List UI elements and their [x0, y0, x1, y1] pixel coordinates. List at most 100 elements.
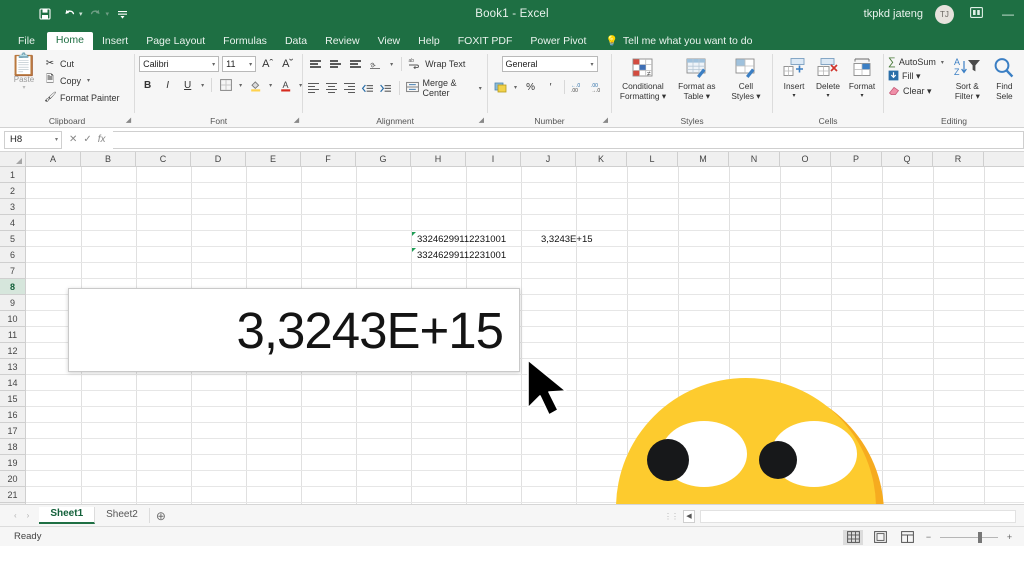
bold-button[interactable]: B [139, 77, 156, 93]
column-header-I[interactable]: I [466, 152, 521, 166]
conditional-formatting-button[interactable]: ≠ Conditional Formatting ▾ [616, 54, 670, 101]
format-cells-dropdown-icon[interactable]: ▾ [861, 91, 864, 101]
normal-view-icon[interactable] [843, 529, 863, 545]
row-header-17[interactable]: 17 [0, 423, 25, 439]
autosum-button[interactable]: ∑ AutoSum ▾ [888, 56, 946, 68]
column-header-M[interactable]: M [678, 152, 729, 166]
find-select-button[interactable]: Find Sele [989, 54, 1020, 101]
minimize-icon[interactable]: — [998, 7, 1018, 21]
insert-function-icon[interactable]: fx [98, 134, 106, 145]
row-header-13[interactable]: 13 [0, 359, 25, 375]
row-header-21[interactable]: 21 [0, 487, 25, 503]
zoom-in-button[interactable]: + [1005, 532, 1014, 542]
formula-input[interactable] [112, 130, 1024, 149]
row-header-9[interactable]: 9 [0, 295, 25, 311]
column-header-E[interactable]: E [246, 152, 301, 166]
row-header-14[interactable]: 14 [0, 375, 25, 391]
column-header-D[interactable]: D [191, 152, 246, 166]
align-bottom-button[interactable] [347, 57, 363, 72]
tab-formulas[interactable]: Formulas [214, 33, 276, 51]
select-all-button[interactable] [0, 152, 26, 166]
cut-button[interactable]: ✂ Cut [44, 58, 120, 69]
align-top-button[interactable] [307, 57, 323, 72]
column-header-F[interactable]: F [301, 152, 356, 166]
row-header-8[interactable]: 8 [0, 279, 25, 295]
tell-me-box[interactable]: 💡 Tell me what you want to do [605, 35, 752, 50]
row-header-12[interactable]: 12 [0, 343, 25, 359]
clipboard-dialog-launcher-icon[interactable]: ◢ [126, 114, 131, 127]
tab-file[interactable]: File [8, 33, 47, 51]
split-grip-icon[interactable]: ⋮⋮ [664, 512, 679, 521]
column-header-L[interactable]: L [627, 152, 678, 166]
orientation-icon[interactable]: a [367, 56, 384, 72]
page-layout-view-icon[interactable] [870, 530, 890, 545]
format-painter-button[interactable]: 🖌 Format Painter [44, 92, 120, 103]
chevron-down-icon[interactable]: ▾ [591, 61, 594, 68]
underline-dropdown-icon[interactable]: ▾ [199, 82, 206, 89]
fill-color-dropdown-icon[interactable]: ▾ [267, 82, 274, 89]
tab-insert[interactable]: Insert [93, 33, 137, 51]
column-header-J[interactable]: J [521, 152, 576, 166]
row-header-1[interactable]: 1 [0, 167, 25, 183]
increase-font-size-button[interactable]: Aˆ [259, 56, 276, 72]
row-header-6[interactable]: 6 [0, 247, 25, 263]
alignment-dialog-launcher-icon[interactable]: ◢ [479, 114, 484, 127]
zoom-slider-thumb[interactable] [978, 531, 982, 543]
tab-data[interactable]: Data [276, 33, 316, 51]
copy-dropdown-icon[interactable]: ▾ [85, 77, 92, 84]
increase-indent-icon[interactable] [378, 80, 392, 96]
tab-power-pivot[interactable]: Power Pivot [521, 33, 595, 51]
borders-dropdown-icon[interactable]: ▾ [237, 82, 244, 89]
paste-button[interactable]: 📋 Paste ▾ [4, 53, 44, 92]
tab-page-layout[interactable]: Page Layout [137, 33, 214, 51]
decrease-font-size-button[interactable]: A˘ [279, 56, 296, 72]
insert-cells-button[interactable]: Insert ▾ [777, 54, 811, 101]
zoom-out-button[interactable]: − [924, 532, 933, 542]
orientation-dropdown-icon[interactable]: ▾ [388, 61, 395, 68]
row-header-3[interactable]: 3 [0, 199, 25, 215]
row-header-19[interactable]: 19 [0, 455, 25, 471]
row-header-7[interactable]: 7 [0, 263, 25, 279]
cell-styles-button[interactable]: Cell Styles ▾ [724, 54, 768, 101]
row-header-15[interactable]: 15 [0, 391, 25, 407]
delete-cells-dropdown-icon[interactable]: ▾ [827, 91, 830, 101]
sheet-tab-sheet1[interactable]: Sheet1 [39, 507, 96, 524]
tab-home[interactable]: Home [46, 31, 93, 50]
column-header-P[interactable]: P [831, 152, 882, 166]
avatar[interactable]: TJ [935, 4, 954, 24]
add-sheet-button[interactable]: ⊕ [150, 509, 172, 523]
font-size-input[interactable]: 11 ▾ [222, 56, 257, 72]
tab-review[interactable]: Review [316, 33, 368, 51]
merge-center-button[interactable]: Merge & Center ▾ [405, 78, 484, 98]
align-middle-button[interactable] [327, 57, 343, 72]
percent-style-button[interactable]: % [522, 79, 539, 95]
row-header-11[interactable]: 11 [0, 327, 25, 343]
enter-formula-icon[interactable]: ✓ [83, 134, 91, 145]
accounting-format-icon[interactable] [492, 79, 509, 95]
decrease-indent-icon[interactable] [360, 80, 374, 96]
format-cells-button[interactable]: Format ▾ [845, 54, 879, 101]
row-header-10[interactable]: 10 [0, 311, 25, 327]
number-format-select[interactable]: General ▾ [501, 56, 598, 72]
column-header-C[interactable]: C [136, 152, 191, 166]
cell-G6[interactable]: 33246299112231001 [417, 250, 506, 261]
column-header-A[interactable]: A [26, 152, 81, 166]
name-box[interactable]: H8 ▾ [4, 130, 62, 149]
horizontal-scrollbar[interactable]: ⋮⋮ ◀ [664, 505, 1024, 527]
align-right-button[interactable] [342, 81, 356, 96]
borders-icon[interactable] [217, 77, 234, 93]
tab-foxit-pdf[interactable]: FOXIT PDF [449, 33, 522, 51]
zoom-slider[interactable] [940, 531, 998, 543]
sort-filter-button[interactable]: AZ Sort & Filter ▾ [950, 54, 985, 101]
column-header-N[interactable]: N [729, 152, 780, 166]
row-header-5[interactable]: 5 [0, 231, 25, 247]
column-header-B[interactable]: B [81, 152, 136, 166]
wrap-text-button[interactable]: ab Wrap Text [408, 57, 465, 71]
autosum-dropdown-icon[interactable]: ▾ [939, 59, 946, 66]
paste-dropdown-icon[interactable]: ▾ [22, 84, 25, 91]
tab-view[interactable]: View [369, 33, 410, 51]
format-as-table-button[interactable]: Format as Table ▾ [672, 54, 722, 101]
row-header-16[interactable]: 16 [0, 407, 25, 423]
insert-cells-dropdown-icon[interactable]: ▾ [793, 91, 796, 101]
align-left-button[interactable] [307, 81, 321, 96]
